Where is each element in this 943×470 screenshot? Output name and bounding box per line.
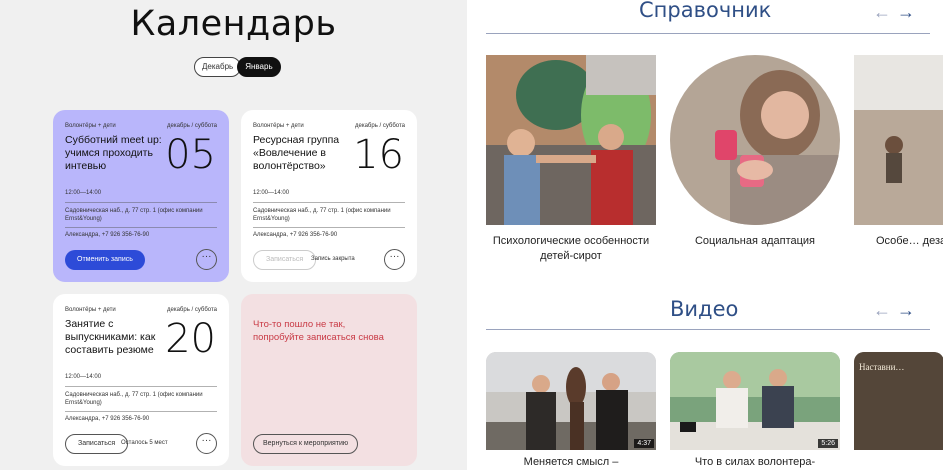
event-contact: Александра, +7 926 356-76-90	[65, 232, 150, 238]
arrow-left-icon[interactable]: ←	[873, 2, 891, 22]
event-tag: Волонтёры + дети	[65, 123, 116, 129]
video-carousel-arrows: ← →	[867, 300, 915, 321]
calendar-title: Календарь	[130, 4, 337, 44]
event-date: декабрь / суббота	[167, 307, 217, 313]
video-duration: 4:37	[634, 439, 654, 448]
event-date: декабрь / суббота	[355, 123, 405, 129]
reference-caption[interactable]: Социальная адаптация	[670, 234, 840, 249]
divider	[253, 202, 405, 203]
event-address: Садовническая наб., д. 77 стр. 1 (офис к…	[65, 392, 203, 406]
event-name: Ресурсная группа «Вовлечение в волонтёрс…	[253, 134, 340, 172]
event-card: Волонтёры + дети декабрь / суббота Суббо…	[53, 110, 229, 282]
event-address: Садовническая наб., д. 77 стр. 1 (офис к…	[253, 208, 391, 222]
event-name: Занятие с выпускниками: как составить ре…	[65, 318, 156, 356]
calendar-panel: Календарь Декабрь Январь Волонтёры + дет…	[0, 0, 467, 470]
register-button[interactable]: Записаться	[65, 434, 129, 454]
divider	[65, 386, 217, 387]
more-options-icon[interactable]: ···	[196, 249, 217, 270]
video-thumbnail[interactable]: Наставни…	[854, 352, 943, 450]
event-time: 12:00—14:00	[65, 190, 102, 196]
divider	[65, 411, 217, 412]
event-tag: Волонтёры + дети	[65, 307, 116, 313]
event-day: 16	[353, 132, 404, 178]
reference-title: Справочник	[639, 0, 772, 22]
video-caption[interactable]: Что в силах волонтера-	[670, 456, 840, 468]
video-thumbnail[interactable]: 4:37	[486, 352, 656, 450]
reference-image[interactable]	[854, 55, 943, 225]
event-time: 12:00—14:00	[253, 190, 290, 196]
month-tab-december[interactable]: Декабрь	[194, 57, 242, 77]
video-overlay-title: Наставни…	[859, 362, 905, 372]
event-address: Садовническая наб., д. 77 стр. 1 (офис к…	[65, 208, 203, 222]
event-contact: Александра, +7 926 356-76-90	[253, 232, 338, 238]
reference-caption[interactable]: Особе… дезад…	[854, 234, 943, 249]
divider	[486, 33, 930, 34]
registration-status: Запись закрыта	[311, 256, 355, 262]
reference-caption[interactable]: Психологические особенности детей-сирот	[486, 234, 656, 264]
divider	[65, 202, 217, 203]
video-title: Видео	[670, 297, 739, 321]
event-date: декабрь / суббота	[167, 123, 217, 129]
event-name: Субботний meet up: учимся проходить инте…	[65, 134, 162, 172]
cancel-registration-button[interactable]: Отменить запись	[65, 250, 145, 270]
event-contact: Александра, +7 926 356-76-90	[65, 416, 150, 422]
event-day: 20	[165, 316, 216, 362]
arrow-right-icon[interactable]: →	[897, 2, 915, 22]
month-switch: Декабрь Январь	[194, 57, 281, 77]
divider	[65, 227, 217, 228]
error-message: Что-то пошло не так, попробуйте записать…	[253, 319, 384, 343]
arrow-left-icon[interactable]: ←	[873, 300, 891, 320]
event-card: Волонтёры + дети декабрь / суббота Ресур…	[241, 110, 417, 282]
video-duration: 5:26	[818, 439, 838, 448]
more-options-icon[interactable]: ···	[196, 433, 217, 454]
more-options-icon[interactable]: ···	[384, 249, 405, 270]
event-day: 05	[165, 132, 216, 178]
divider	[253, 227, 405, 228]
event-tag: Волонтёры + дети	[253, 123, 304, 129]
reference-carousel-arrows: ← →	[867, 2, 915, 23]
seats-left: Осталось 5 мест	[121, 440, 168, 446]
content-panel: Справочник ← → Психологические особеннос…	[467, 0, 943, 470]
video-caption[interactable]: Меняется смысл –	[486, 456, 656, 468]
register-button-disabled[interactable]: Записаться	[253, 250, 317, 270]
event-time: 12:00—14:00	[65, 374, 102, 380]
divider	[486, 329, 930, 330]
reference-image[interactable]	[670, 55, 840, 225]
back-to-event-button[interactable]: Вернуться к мероприятию	[253, 434, 359, 454]
error-card: Что-то пошло не так, попробуйте записать…	[241, 294, 417, 466]
month-tab-january[interactable]: Январь	[237, 57, 281, 77]
video-thumbnail[interactable]: 5:26	[670, 352, 840, 450]
event-card: Волонтёры + дети декабрь / суббота Занят…	[53, 294, 229, 466]
arrow-right-icon[interactable]: →	[897, 300, 915, 320]
reference-image[interactable]	[486, 55, 656, 225]
